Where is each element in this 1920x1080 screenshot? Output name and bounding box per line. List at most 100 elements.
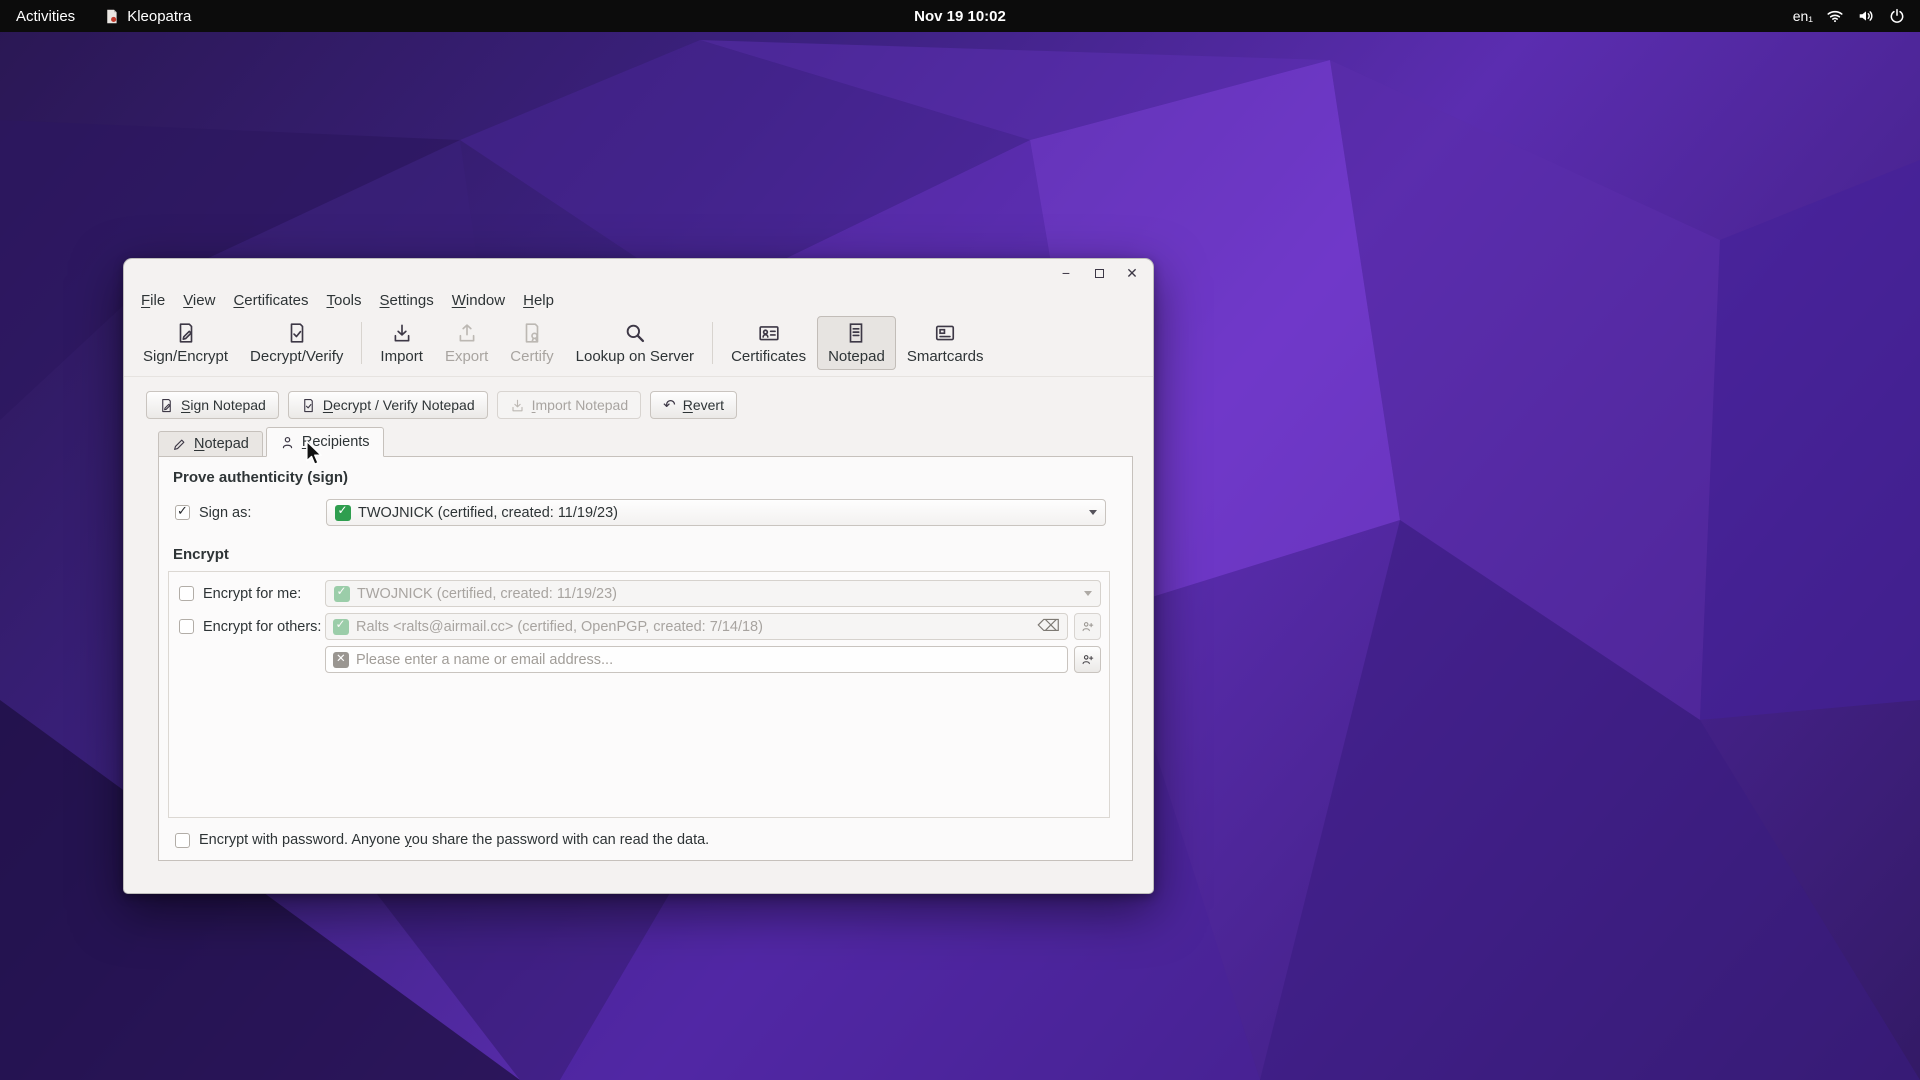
main-toolbar: Sign/Encrypt Decrypt/Verify Import Expor… [124, 313, 1153, 377]
encrypt-for-others-row: Encrypt for others: Ralts <ralts@airmail… [177, 613, 1101, 640]
keyboard-layout-indicator[interactable]: en₁ [1793, 8, 1813, 24]
volume-icon[interactable] [1857, 7, 1875, 25]
close-button[interactable]: ✕ [1123, 264, 1141, 282]
encrypt-section-header: Encrypt [173, 546, 229, 563]
recipients-panel: Prove authenticity (sign) Sign as: TWOJN… [158, 456, 1133, 861]
new-recipient-row [177, 646, 1101, 673]
tab-recipients[interactable]: Recipients [265, 427, 384, 457]
menu-view[interactable]: View [174, 289, 224, 312]
menu-certificates[interactable]: Certificates [224, 289, 317, 312]
tab-bar: Notepad Recipients [158, 427, 1153, 457]
menu-window[interactable]: Window [443, 289, 514, 312]
toolbar-label: Import [380, 348, 423, 365]
id-card-icon [758, 322, 780, 344]
toolbar-separator [712, 322, 714, 364]
focused-app-indicator[interactable]: Kleopatra [91, 0, 203, 32]
new-recipient-entry-wrap [325, 646, 1068, 673]
add-recipient-button[interactable] [1074, 646, 1101, 673]
import-icon [510, 398, 525, 413]
encrypt-with-password-row: Encrypt with password. Anyone you share … [173, 832, 1118, 848]
activities-button[interactable]: Activities [0, 0, 91, 32]
encrypt-for-me-combo: TWOJNICK (certified, created: 11/19/23) [325, 580, 1101, 607]
encrypt-for-others-label: Encrypt for others: [203, 618, 322, 635]
encrypt-with-password-checkbox[interactable] [175, 832, 190, 848]
encrypt-for-others-checkbox[interactable] [179, 619, 194, 634]
window-controls: − ✕ [1057, 259, 1141, 287]
person-icon [280, 435, 295, 450]
certify-icon [521, 322, 543, 344]
sign-as-checkbox[interactable] [175, 503, 190, 520]
tab-label: Recipients [301, 434, 370, 450]
tab-notepad[interactable]: Notepad [158, 431, 263, 457]
window-titlebar[interactable]: − ✕ [124, 259, 1153, 287]
menu-help[interactable]: Help [514, 289, 563, 312]
clock[interactable]: Nov 19 10:02 [902, 0, 1018, 32]
encrypt-for-me-checkbox[interactable] [179, 586, 194, 601]
menu-file[interactable]: File [132, 289, 174, 312]
toolbar-label: Certificates [731, 348, 807, 365]
export-icon [456, 322, 478, 344]
toolbar-label: Lookup on Server [575, 348, 695, 365]
kleopatra-window: − ✕ File View Certificates Tools Setting… [123, 258, 1154, 894]
sign-notepad-button[interactable]: Sign Notepad [146, 391, 279, 419]
toolbar-decrypt-verify[interactable]: Decrypt/Verify [239, 316, 354, 370]
revert-button[interactable]: ↶ Revert [650, 391, 737, 419]
encrypt-options-frame: Encrypt for me: TWOJNICK (certified, cre… [168, 571, 1110, 818]
encrypt-for-me-label: Encrypt for me: [203, 585, 302, 602]
certificate-valid-icon [335, 503, 351, 521]
sign-as-label: Sign as: [199, 504, 252, 521]
certificate-valid-icon [333, 617, 349, 635]
encrypt-for-me-value: TWOJNICK (certified, created: 11/19/23) [357, 585, 618, 602]
button-label: Revert [682, 397, 724, 413]
new-recipient-input[interactable] [356, 651, 1060, 668]
menu-tools[interactable]: Tools [317, 289, 370, 312]
toolbar-sign-encrypt[interactable]: Sign/Encrypt [132, 316, 239, 370]
toolbar-label: Smartcards [906, 348, 984, 365]
import-notepad-button: Import Notepad [496, 391, 642, 419]
revert-arrow-icon: ↶ [663, 396, 676, 414]
toolbar-label: Decrypt/Verify [250, 348, 344, 365]
encrypt-with-password-label: Encrypt with password. Anyone you share … [199, 832, 710, 848]
notepad-action-row: Sign Notepad Decrypt / Verify Notepad Im… [146, 391, 1153, 419]
toolbar-import[interactable]: Import [369, 316, 434, 370]
encrypt-for-others-value: Ralts <ralts@airmail.cc> (certified, Ope… [356, 618, 763, 635]
smartcard-icon [934, 322, 956, 344]
menu-settings[interactable]: Settings [371, 289, 443, 312]
sign-as-row: Sign as: TWOJNICK (certified, created: 1… [173, 499, 1118, 526]
toolbar-label: Export [444, 348, 489, 365]
sign-section-header: Prove authenticity (sign) [173, 469, 349, 486]
power-icon[interactable] [1888, 7, 1906, 25]
button-label: Decrypt / Verify Notepad [322, 397, 475, 413]
wifi-icon[interactable] [1826, 7, 1844, 25]
toolbar-notepad[interactable]: Notepad [817, 316, 896, 370]
encrypt-for-others-entry: Ralts <ralts@airmail.cc> (certified, Ope… [325, 613, 1068, 640]
decrypt-verify-notepad-button[interactable]: Decrypt / Verify Notepad [287, 391, 488, 419]
person-add-icon [1081, 618, 1094, 635]
toolbar-certificates[interactable]: Certificates [720, 316, 817, 370]
notepad-icon [845, 322, 867, 344]
sign-encrypt-icon [175, 322, 197, 344]
toolbar-certify: Certify [499, 316, 564, 370]
tab-label: Notepad [194, 436, 249, 452]
button-label: Import Notepad [531, 397, 629, 413]
focused-app-name: Kleopatra [127, 7, 192, 25]
maximize-button[interactable] [1090, 264, 1108, 282]
toolbar-smartcards[interactable]: Smartcards [896, 316, 995, 370]
chevron-down-icon [1084, 591, 1092, 596]
minimize-button[interactable]: − [1057, 264, 1075, 282]
search-icon [624, 322, 646, 344]
toolbar-label: Sign/Encrypt [143, 348, 229, 365]
sign-as-value: TWOJNICK (certified, created: 11/19/23) [358, 504, 619, 521]
clear-input-icon[interactable]: ⌫ [1037, 618, 1060, 635]
person-add-icon [1081, 651, 1094, 668]
kleopatra-app-icon [107, 9, 117, 23]
toolbar-label: Certify [510, 348, 554, 365]
encrypt-for-me-row: Encrypt for me: TWOJNICK (certified, cre… [177, 580, 1101, 607]
sign-icon [159, 398, 174, 413]
toolbar-lookup-on-server[interactable]: Lookup on Server [565, 316, 705, 370]
select-recipient-button [1074, 613, 1101, 640]
sign-as-combo[interactable]: TWOJNICK (certified, created: 11/19/23) [326, 499, 1106, 526]
menu-bar: File View Certificates Tools Settings Wi… [124, 287, 1153, 313]
button-label: Sign Notepad [181, 397, 266, 413]
toolbar-export: Export [434, 316, 499, 370]
